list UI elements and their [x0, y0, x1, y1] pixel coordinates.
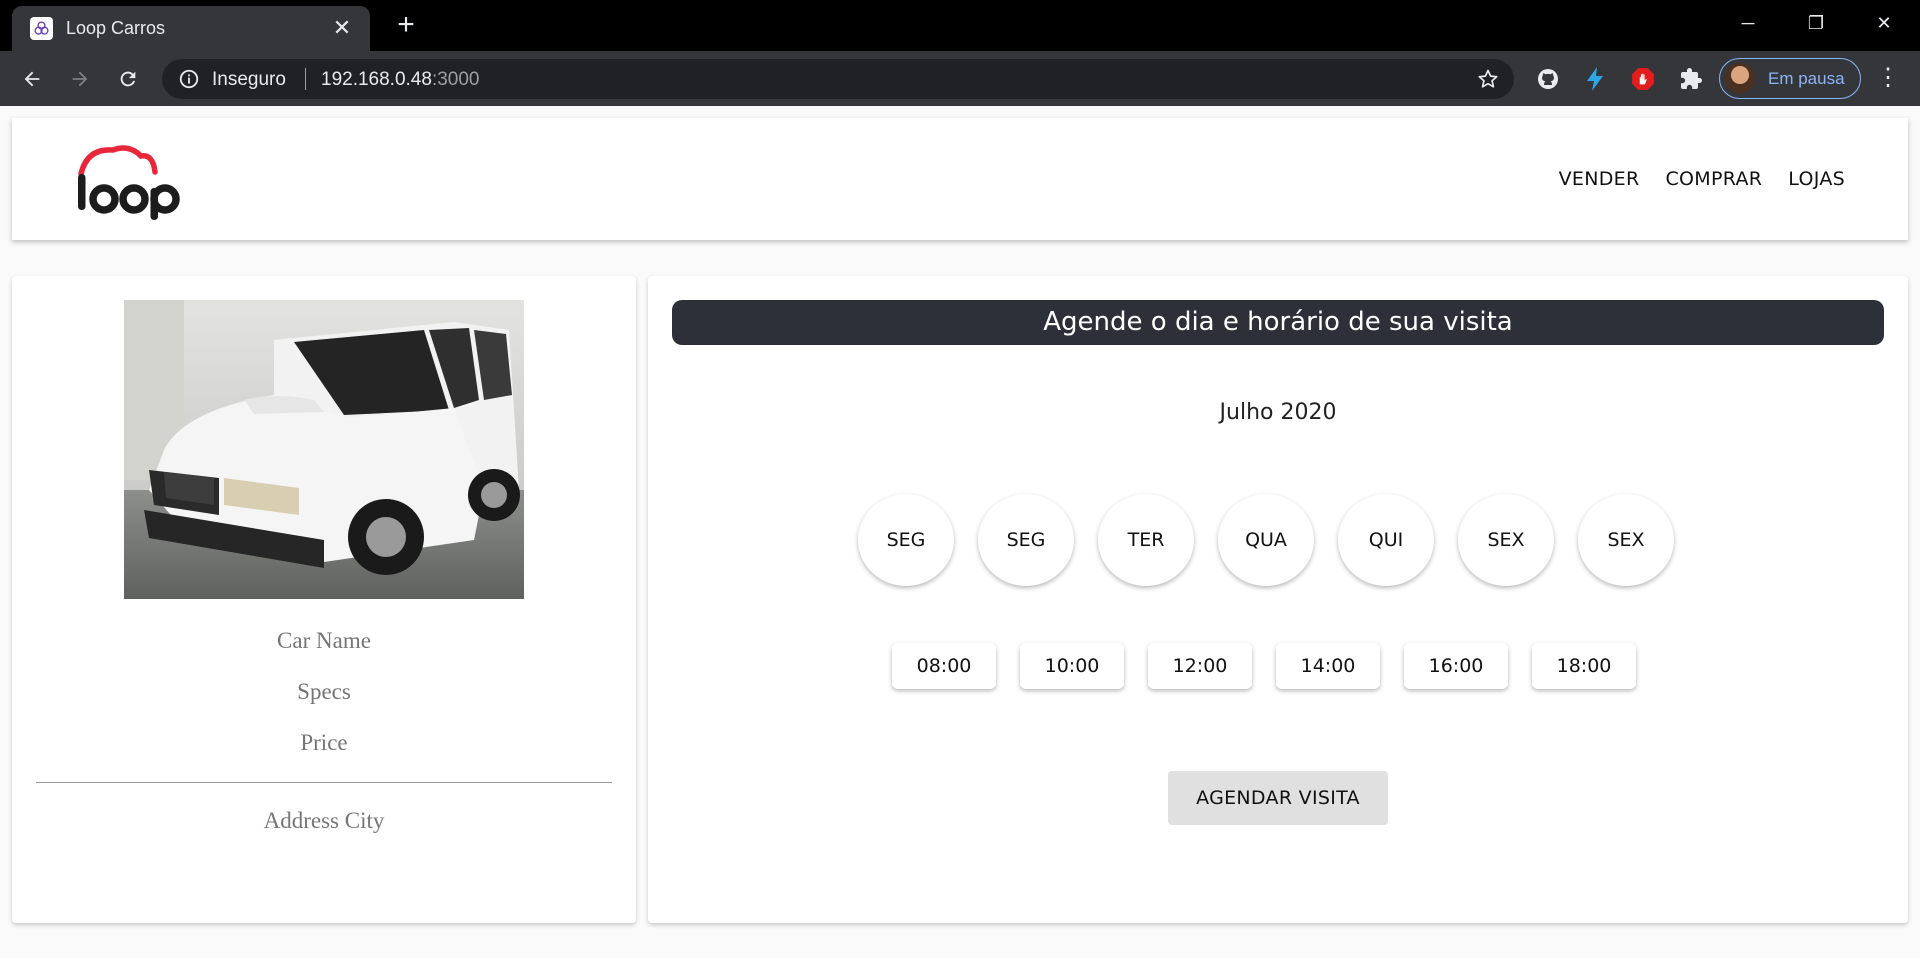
security-label: Inseguro: [212, 69, 286, 90]
nav-link-vender[interactable]: VENDER: [1546, 160, 1653, 198]
address-separator: [305, 68, 306, 90]
car-photo: [124, 300, 524, 599]
restore-icon[interactable]: ❐: [1796, 8, 1836, 38]
day-button[interactable]: SEG: [858, 494, 954, 586]
browser-menu-icon[interactable]: ⋮: [1876, 63, 1900, 95]
day-button[interactable]: QUI: [1338, 494, 1434, 586]
schedule-banner: Agende o dia e horário de sua visita: [672, 300, 1884, 345]
time-button[interactable]: 16:00: [1404, 643, 1508, 689]
browser-toolbar: Inseguro 192.168.0.48:3000 Em pausa ⋮: [0, 51, 1920, 106]
day-button[interactable]: QUA: [1218, 494, 1314, 586]
nav-link-lojas[interactable]: LOJAS: [1775, 160, 1858, 198]
stop-hand-icon[interactable]: [1629, 65, 1657, 93]
main-nav: VENDER COMPRAR LOJAS: [1546, 118, 1858, 240]
time-button[interactable]: 08:00: [892, 643, 996, 689]
car-name: Car Name: [277, 628, 371, 653]
car-price: Price: [300, 730, 348, 755]
loop-logo[interactable]: [67, 140, 207, 222]
day-button[interactable]: TER: [1098, 494, 1194, 586]
schedule-card: Agende o dia e horário de sua visita Jul…: [648, 276, 1908, 923]
car-address: Address City: [263, 808, 385, 833]
card-divider: [36, 782, 612, 783]
time-button[interactable]: 14:00: [1276, 643, 1380, 689]
car-details-card: Car Name Specs Price Address City: [12, 276, 636, 923]
profile-label: Em pausa: [1768, 69, 1845, 88]
tab-title: Loop Carros: [66, 18, 166, 38]
day-button[interactable]: SEG: [978, 494, 1074, 586]
time-picker: 08:00 10:00 12:00 14:00 16:00 18:00: [892, 643, 1636, 689]
puzzle-icon[interactable]: [1677, 65, 1705, 93]
time-button[interactable]: 10:00: [1020, 643, 1124, 689]
time-button[interactable]: 12:00: [1148, 643, 1252, 689]
close-window-icon[interactable]: ✕: [1864, 8, 1904, 38]
profile-chip[interactable]: Em pausa: [1719, 58, 1861, 99]
address-bar[interactable]: Inseguro 192.168.0.48:3000: [162, 59, 1514, 99]
url-text: 192.168.0.48:3000: [321, 69, 480, 90]
time-button[interactable]: 18:00: [1532, 643, 1636, 689]
day-button[interactable]: SEX: [1458, 494, 1554, 586]
github-icon[interactable]: [1534, 65, 1562, 93]
minimize-icon[interactable]: ─: [1728, 8, 1768, 38]
new-tab-icon[interactable]: +: [390, 10, 422, 42]
page-viewport: VENDER COMPRAR LOJAS Car Name Specs Pric…: [0, 106, 1920, 958]
bookmark-star-icon[interactable]: [1476, 67, 1500, 91]
reload-icon[interactable]: [112, 63, 144, 95]
nav-link-comprar[interactable]: COMPRAR: [1652, 160, 1775, 198]
day-button[interactable]: SEX: [1578, 494, 1674, 586]
site-favicon-icon: [30, 17, 53, 40]
back-icon[interactable]: [16, 63, 48, 95]
avatar: [1725, 63, 1755, 93]
car-specs: Specs: [297, 679, 351, 704]
tab-close-icon[interactable]: ✕: [328, 14, 356, 42]
schedule-visit-button[interactable]: AGENDAR VISITA: [1168, 771, 1388, 825]
month-label: Julho 2020: [1219, 400, 1337, 425]
browser-tabbar: Loop Carros ✕ + ─ ❐ ✕: [0, 0, 1920, 51]
info-icon[interactable]: [178, 68, 200, 90]
site-header: VENDER COMPRAR LOJAS: [12, 118, 1908, 240]
browser-tab[interactable]: Loop Carros ✕: [12, 6, 370, 51]
day-picker: SEG SEG TER QUA QUI SEX SEX: [858, 494, 1674, 586]
forward-icon[interactable]: [64, 63, 96, 95]
lightning-icon[interactable]: [1581, 65, 1609, 93]
